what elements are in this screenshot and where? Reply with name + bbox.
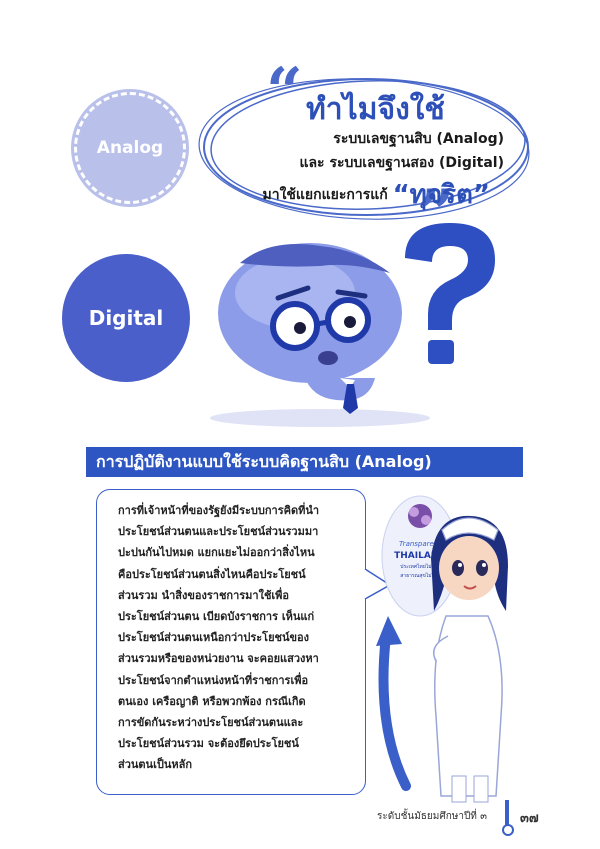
body-line: ปะปนกันไปหมด แยกแยะไม่ออกว่าสิ่งไหน <box>118 546 315 560</box>
body-paragraph: การที่เจ้าหน้าที่ของรัฐยังมีระบบการคิดที… <box>118 500 358 776</box>
page-number: ๓๗ <box>520 811 539 826</box>
body-line: ตนเอง เครือญาติ หรือพวกพ้อง กรณีเกิด <box>118 694 306 708</box>
question-mark-icon <box>405 223 495 364</box>
page-title: ทำไมจึงใช้ <box>306 92 445 127</box>
title-line-3-prefix: มาใช้แยกแยะการแก้ <box>262 187 388 203</box>
title-line-2: และ ระบบเลขฐานสอง (Digital) <box>299 155 504 171</box>
body-line: ประโยชน์ส่วนตน เบียดบังราชการ เห็นแก่ <box>118 610 315 624</box>
body-line: ประโยชน์จากตำแหน่งหน้าที่ราชการเพื่อ <box>118 673 309 687</box>
footer-grade-label: ระดับชั้นมัธยมศึกษาปีที่ ๓ <box>377 811 487 822</box>
body-line: ส่วนรวม นำสิ่งของราชการมาใช้เพื่อ <box>118 588 290 602</box>
confused-cartoon-illustration <box>210 223 495 427</box>
digital-label: Digital <box>88 306 164 330</box>
digital-circle: Digital <box>62 254 190 382</box>
body-line: ส่วนรวมหรือของหน่วยงาน จะคอยแสวงหา <box>118 652 319 666</box>
title-line-3: มาใช้แยกแยะการแก้ “ทุจริต” <box>262 174 490 215</box>
body-line: การขัดกันระหว่างประโยชน์ส่วนตนและ <box>118 716 304 730</box>
analog-circle: Analog <box>74 92 186 204</box>
body-line: คือประโยชน์ส่วนตนสิ่งไหนคือประโยชน์ <box>118 567 306 581</box>
body-line: ส่วนตนเป็นหลัก <box>118 758 192 772</box>
body-line: การที่เจ้าหน้าที่ของรัฐยังมีระบบการคิดที… <box>118 504 320 517</box>
title-highlight: “ทุจริต” <box>392 180 490 210</box>
body-line: ประโยชน์ส่วนรวม จะต้องยึดประโยชน์ <box>118 737 299 751</box>
title-line-1: ระบบเลขฐานสิบ (Analog) <box>333 131 504 147</box>
section-header: การปฏิบัติงานแบบใช้ระบบคิดฐานสิบ (Analog… <box>86 447 523 477</box>
nurse-illustration: Transparent THAILAND ประเทศไทยไม่โกง สาธ… <box>376 495 508 803</box>
body-line: ประโยชน์ส่วนตนและประโยชน์ส่วนรวมมา <box>118 525 319 539</box>
footer-dot-icon <box>502 824 514 836</box>
title-quote-block: “ ” ทำไมจึงใช้ ระบบเลขฐานสิบ (Analog) แล… <box>196 54 536 246</box>
open-quote-icon: “ <box>266 54 303 129</box>
body-line: ประโยชน์ส่วนตนเหนือกว่าประโยชน์ของ <box>118 631 309 645</box>
analog-label: Analog <box>96 138 164 158</box>
section-header-text: การปฏิบัติงานแบบใช้ระบบคิดฐานสิบ (Analog… <box>96 451 432 471</box>
